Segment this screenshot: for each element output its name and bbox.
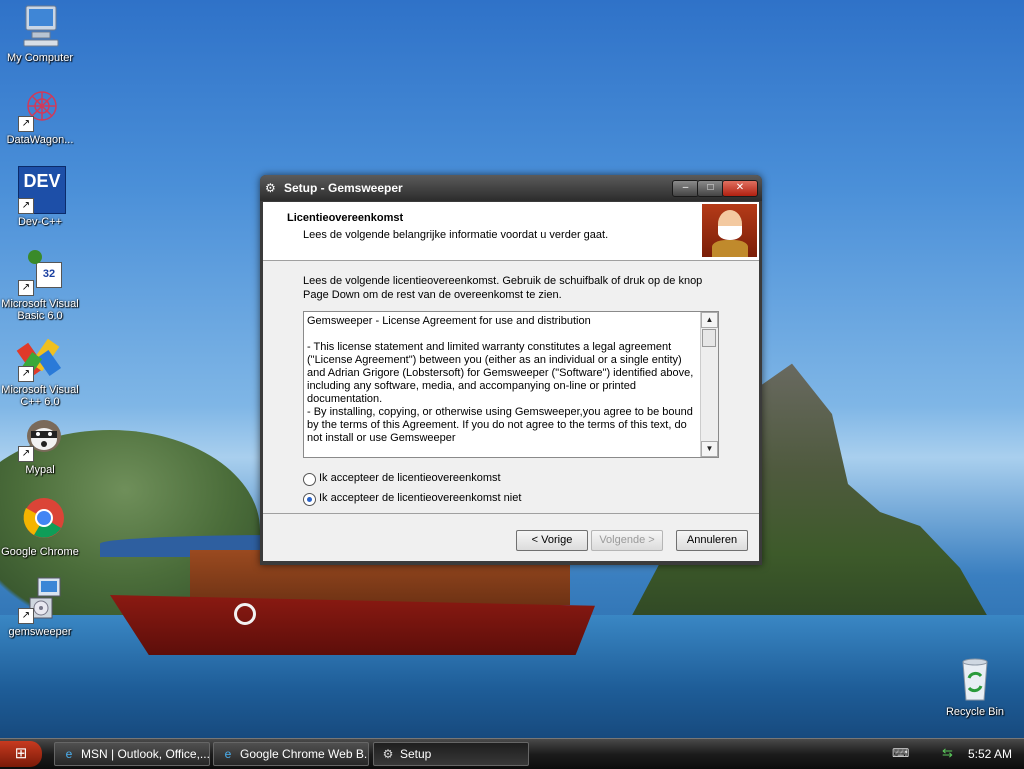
- desktop-icon-label: Microsoft Visual Basic 6.0: [1, 298, 79, 322]
- dialog-title: Setup - Gemsweeper: [284, 181, 403, 195]
- desktop-icon-gemsweeper[interactable]: ↗ gemsweeper: [0, 576, 80, 638]
- desktop-icon-google-chrome[interactable]: Google Chrome: [0, 496, 80, 558]
- button-separator: [263, 513, 759, 514]
- desktop-icon-label: My Computer: [6, 52, 74, 64]
- clock[interactable]: 5:52 AM: [968, 747, 1012, 761]
- license-text: Gemsweeper - License Agreement for use a…: [307, 315, 694, 444]
- dev-cpp-icon: DEV ↗: [16, 166, 66, 214]
- ie-icon: e: [65, 747, 73, 761]
- license-textbox[interactable]: Gemsweeper - License Agreement for use a…: [303, 311, 719, 458]
- minimize-button[interactable]: –: [672, 180, 699, 197]
- radio-accept[interactable]: Ik accepteer de licentieovereenkomst: [303, 472, 603, 488]
- radio-accept-indicator[interactable]: [303, 473, 316, 486]
- desktop-icon-datawagon[interactable]: ↗ DataWagon...: [0, 84, 80, 146]
- desktop-icon-dev-cpp[interactable]: DEV ↗ Dev-C++: [0, 166, 80, 228]
- setup-dialog: ⚙ Setup - Gemsweeper – □ ✕ Licentieovere…: [260, 175, 762, 565]
- visual-basic-icon: 32 ↗: [16, 248, 64, 296]
- windows-logo-icon: ⊞: [14, 745, 28, 762]
- network-icon[interactable]: ⇆: [942, 745, 953, 761]
- dialog-body: Licentieovereenkomst Lees de volgende be…: [263, 202, 759, 561]
- visual-cpp-icon: ↗: [16, 334, 64, 382]
- shortcut-arrow-icon: ↗: [18, 280, 34, 296]
- shortcut-arrow-icon: ↗: [18, 446, 34, 462]
- keyboard-icon[interactable]: ⌨: [892, 746, 909, 760]
- page-title: Licentieovereenkomst: [287, 212, 404, 224]
- radio-accept-label[interactable]: Ik accepteer de licentieovereenkomst: [319, 472, 501, 484]
- maximize-icon: □: [707, 182, 714, 193]
- cancel-button[interactable]: Annuleren: [676, 530, 748, 551]
- license-instructions: Lees de volgende licentieovereenkomst. G…: [303, 275, 703, 301]
- shortcut-arrow-icon: ↗: [18, 366, 34, 382]
- my-computer-icon: [16, 2, 64, 50]
- radio-decline-indicator[interactable]: [303, 493, 316, 506]
- taskbar-item-chrome[interactable]: e Google Chrome Web B...: [213, 742, 369, 766]
- maximize-button[interactable]: □: [697, 180, 724, 197]
- ie-icon: e: [224, 747, 232, 761]
- desktop-icon-label: DataWagon...: [6, 134, 74, 146]
- taskbar-item-label: Google Chrome Web B...: [240, 747, 369, 761]
- arrow-up-icon: ▲: [705, 315, 714, 324]
- desktop-icon-visual-cpp[interactable]: ↗ Microsoft Visual C++ 6.0: [0, 334, 80, 408]
- scroll-down-button[interactable]: ▼: [701, 441, 718, 457]
- minimize-icon: –: [682, 182, 689, 193]
- desktop-icon-visual-basic[interactable]: 32 ↗ Microsoft Visual Basic 6.0: [0, 248, 80, 322]
- close-button[interactable]: ✕: [722, 180, 758, 197]
- setup-icon: ⚙: [265, 181, 276, 195]
- desktop-icon-label: Recycle Bin: [945, 706, 1005, 718]
- arrow-down-icon: ▼: [705, 444, 714, 453]
- shortcut-arrow-icon: ↗: [18, 198, 34, 214]
- chrome-icon: [16, 496, 64, 544]
- close-icon: ✕: [735, 182, 745, 193]
- desktop-icon-label: Google Chrome: [1, 546, 79, 558]
- wizard-header: Licentieovereenkomst Lees de volgende be…: [263, 202, 759, 261]
- wizard-mascot-icon: [702, 204, 757, 257]
- dialog-titlebar[interactable]: ⚙ Setup - Gemsweeper – □ ✕: [260, 175, 762, 201]
- setup-icon: ↗: [16, 576, 64, 624]
- recycle-bin-icon: [951, 656, 999, 704]
- shortcut-arrow-icon: ↗: [18, 116, 34, 132]
- visual-basic-badge: 32: [36, 262, 62, 288]
- taskbar-item-msn[interactable]: e MSN | Outlook, Office,...: [54, 742, 210, 766]
- desktop-icon-label: Mypal: [25, 464, 55, 476]
- desktop-icon-label: Microsoft Visual C++ 6.0: [1, 384, 79, 408]
- start-button[interactable]: ⊞: [0, 741, 42, 767]
- radio-decline-label[interactable]: Ik accepteer de licentieovereenkomst nie…: [319, 492, 521, 504]
- desktop-icon-my-computer[interactable]: My Computer: [0, 2, 80, 64]
- taskbar-item-setup[interactable]: ⚙ Setup: [373, 742, 529, 766]
- mypal-icon: ↗: [16, 414, 64, 462]
- license-scrollbar[interactable]: ▲ ▼: [700, 312, 718, 457]
- taskbar-item-label: MSN | Outlook, Office,...: [81, 747, 210, 761]
- datawagon-icon: ↗: [16, 84, 64, 132]
- radio-decline[interactable]: Ik accepteer de licentieovereenkomst nie…: [303, 492, 603, 508]
- scroll-thumb[interactable]: [702, 329, 716, 347]
- scroll-up-button[interactable]: ▲: [701, 312, 718, 328]
- desktop-icon-mypal[interactable]: ↗ Mypal: [0, 414, 80, 476]
- back-button[interactable]: < Vorige: [516, 530, 588, 551]
- taskbar-item-label: Setup: [400, 747, 432, 761]
- desktop-icon-label: gemsweeper: [8, 626, 72, 638]
- taskbar: ⊞ e MSN | Outlook, Office,... e Google C…: [0, 738, 1024, 769]
- desktop-icon-label: Dev-C++: [17, 216, 63, 228]
- setup-icon: ⚙: [382, 747, 394, 761]
- page-subtitle: Lees de volgende belangrijke informatie …: [303, 229, 609, 241]
- desktop-icon-recycle-bin[interactable]: Recycle Bin: [935, 656, 1015, 718]
- shortcut-arrow-icon: ↗: [18, 608, 34, 624]
- next-button[interactable]: Volgende >: [591, 530, 663, 551]
